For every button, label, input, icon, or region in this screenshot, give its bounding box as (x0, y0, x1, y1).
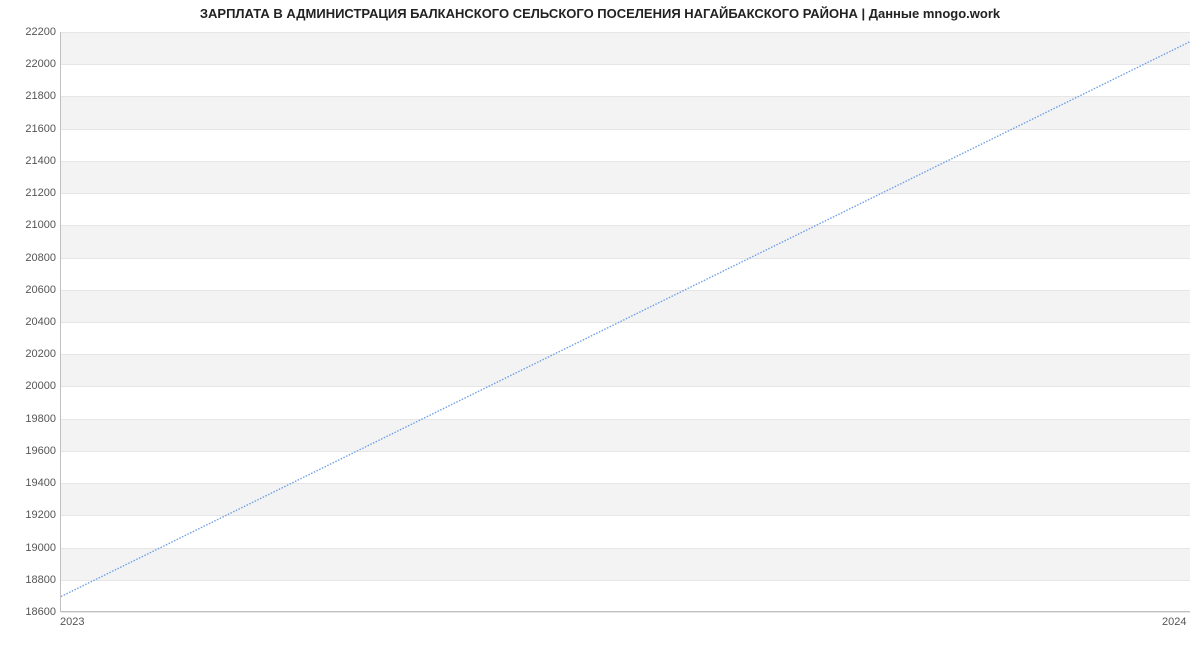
y-tick-label: 19000 (6, 542, 56, 554)
gridline (61, 612, 1190, 613)
y-tick-label: 22000 (6, 58, 56, 70)
y-tick-label: 20000 (6, 380, 56, 392)
y-tick-label: 20200 (6, 348, 56, 360)
chart-container: ЗАРПЛАТА В АДМИНИСТРАЦИЯ БАЛКАНСКОГО СЕЛ… (0, 0, 1200, 650)
x-tick-label: 2024 (1162, 616, 1186, 628)
y-tick-label: 21600 (6, 123, 56, 135)
chart-title: ЗАРПЛАТА В АДМИНИСТРАЦИЯ БАЛКАНСКОГО СЕЛ… (0, 6, 1200, 21)
y-tick-label: 19600 (6, 445, 56, 457)
y-tick-label: 21800 (6, 90, 56, 102)
plot-area (60, 32, 1190, 612)
y-tick-label: 20400 (6, 316, 56, 328)
y-tick-label: 18800 (6, 574, 56, 586)
y-tick-label: 22200 (6, 26, 56, 38)
y-tick-label: 21200 (6, 187, 56, 199)
x-tick-label: 2023 (60, 616, 84, 628)
y-tick-label: 21000 (6, 219, 56, 231)
y-tick-label: 18600 (6, 606, 56, 618)
line-series (61, 32, 1190, 611)
y-tick-label: 19800 (6, 413, 56, 425)
y-tick-label: 20800 (6, 252, 56, 264)
y-tick-label: 21400 (6, 155, 56, 167)
y-tick-label: 19200 (6, 509, 56, 521)
y-tick-label: 20600 (6, 284, 56, 296)
y-tick-label: 19400 (6, 477, 56, 489)
